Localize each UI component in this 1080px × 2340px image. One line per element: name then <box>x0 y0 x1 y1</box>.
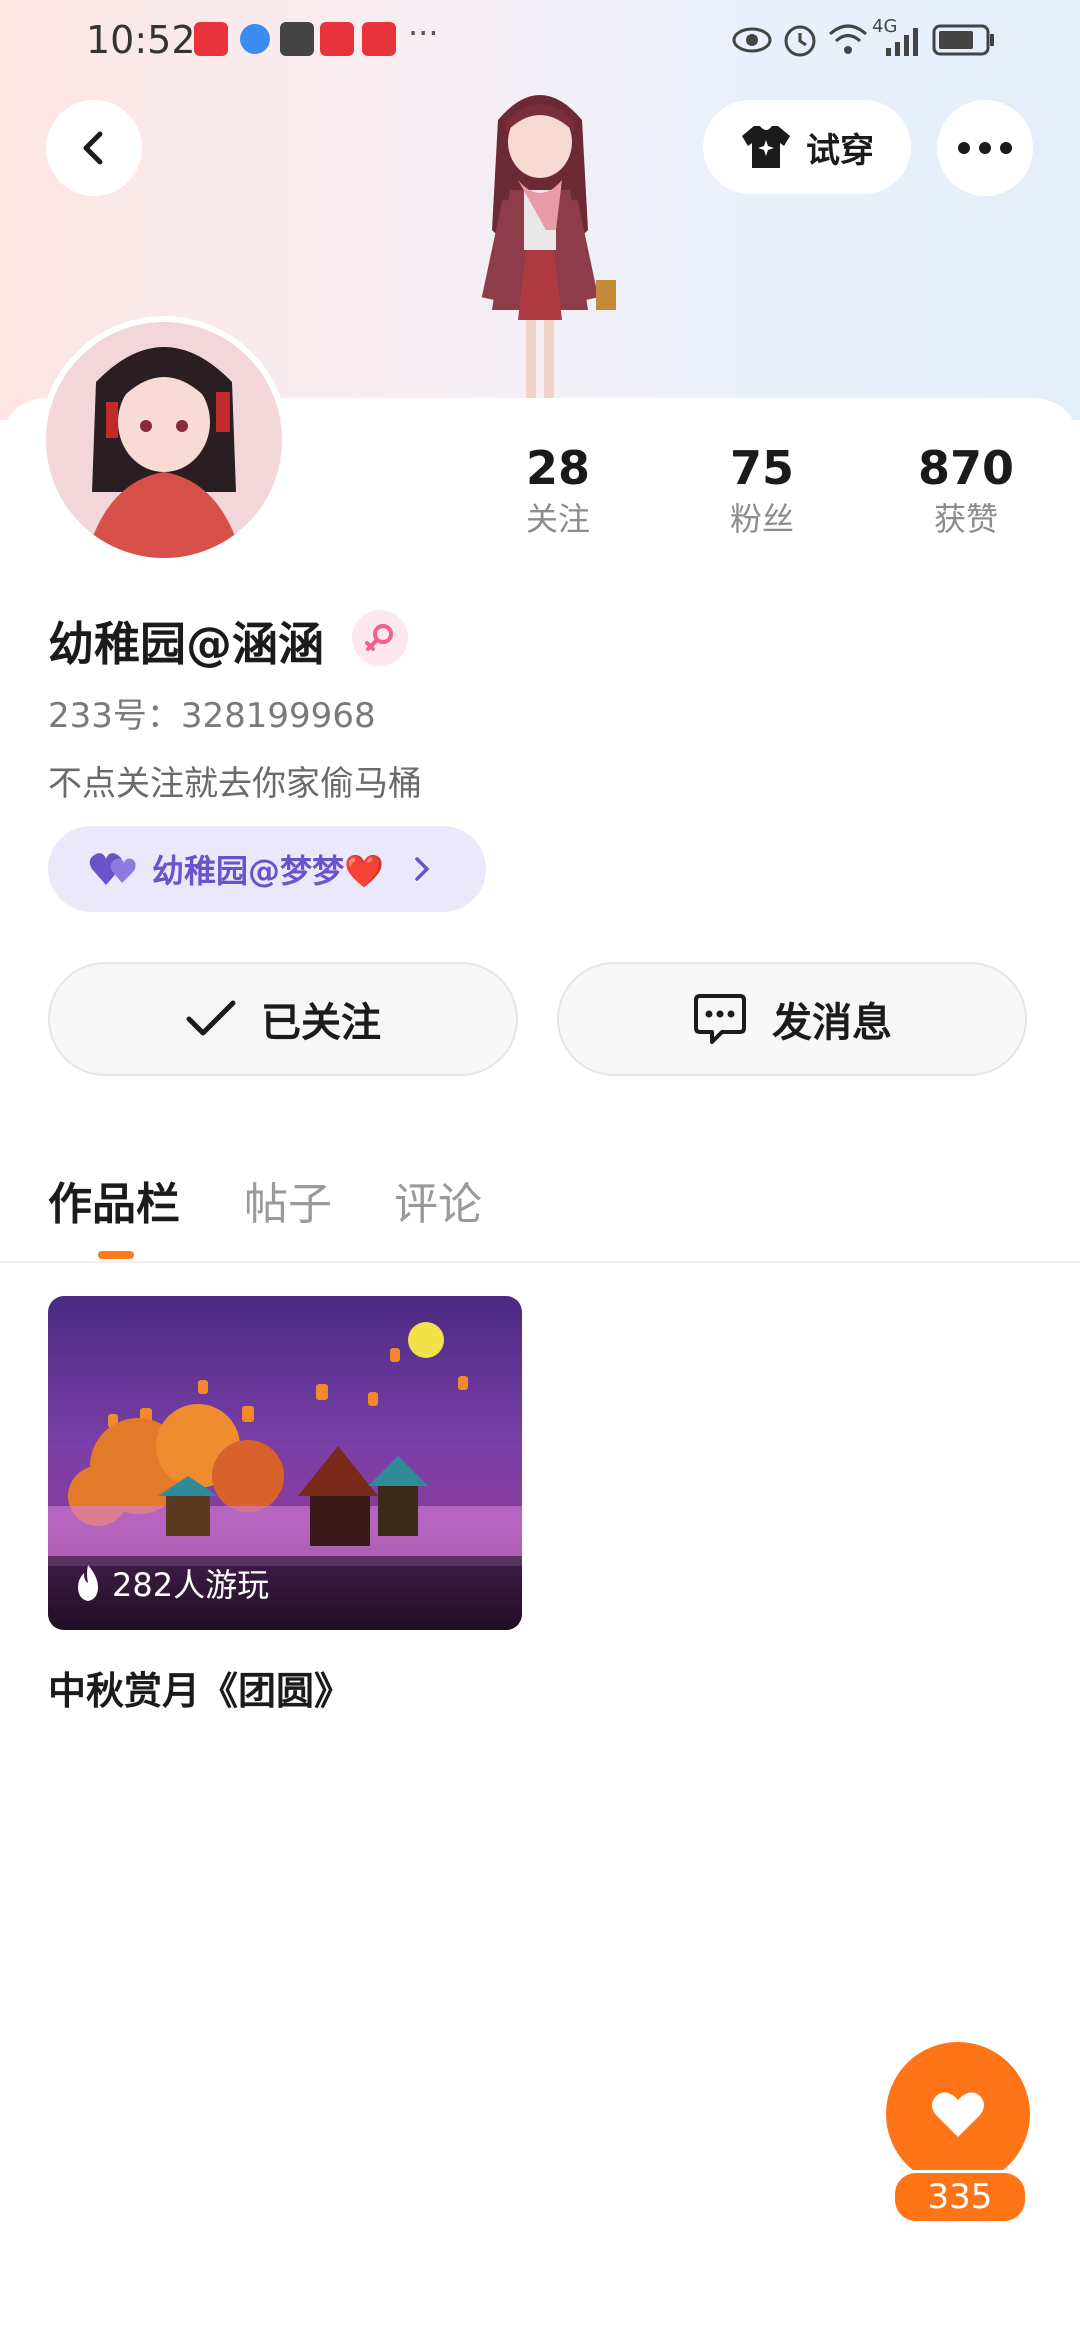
tab-divider <box>0 1261 1080 1263</box>
character-avatar-image <box>481 95 616 400</box>
bio: 不点关注就去你家偷马桶 <box>48 764 422 804</box>
work-card[interactable]: 282人游玩 <box>48 1296 522 1630</box>
stat-value: 75 <box>729 441 794 495</box>
flame-icon <box>78 1565 98 1601</box>
stat-label: 获赞 <box>933 500 998 538</box>
status-bar: 10:52 ··· 4G <box>0 0 1080 80</box>
wifi-icon <box>829 24 867 54</box>
stat-value: 870 <box>917 441 1015 495</box>
alarm-icon <box>784 25 816 57</box>
like-count: 335 <box>892 2170 1028 2224</box>
more-notifications-icon: ··· <box>408 14 439 52</box>
battery-icon <box>932 24 994 56</box>
chevron-left-icon <box>83 131 103 165</box>
shirt-icon <box>742 126 790 168</box>
tab-comments[interactable]: 评论 <box>394 1168 482 1232</box>
stat-likes[interactable]: 870 获赞 <box>886 440 1046 542</box>
avatar-image <box>46 322 282 558</box>
checkmark-icon <box>186 1000 236 1036</box>
stat-following[interactable]: 28 关注 <box>478 440 638 542</box>
play-count-label: 282人游玩 <box>112 1566 270 1604</box>
app-notification-icon-2 <box>362 22 396 56</box>
like-button[interactable] <box>886 2042 1030 2186</box>
more-options-button[interactable] <box>937 100 1033 196</box>
status-time: 10:52 <box>86 18 196 62</box>
couple-name: 幼稚园@梦梦❤️ <box>152 852 384 890</box>
stat-value: 28 <box>525 441 590 495</box>
avatar[interactable] <box>46 322 282 558</box>
username: 幼稚园@涵涵 <box>48 617 324 671</box>
eye-icon <box>732 27 772 53</box>
chevron-right-icon <box>415 857 430 881</box>
send-message-button[interactable]: 发消息 <box>557 962 1027 1076</box>
couple-link-button[interactable]: 幼稚园@梦梦❤️ <box>48 826 486 912</box>
female-gender-icon <box>352 610 408 666</box>
tab-posts[interactable]: 帖子 <box>244 1168 332 1232</box>
signal-icon <box>886 28 918 56</box>
active-tab-indicator <box>98 1251 134 1259</box>
tab-works[interactable]: 作品栏 <box>48 1168 180 1232</box>
followed-button[interactable]: 已关注 <box>48 962 518 1076</box>
followed-label: 已关注 <box>261 1000 381 1046</box>
stat-label: 关注 <box>525 500 590 538</box>
play-count: 282人游玩 <box>72 1560 269 1606</box>
back-button[interactable] <box>46 100 142 196</box>
stat-fans[interactable]: 75 粉丝 <box>682 440 842 542</box>
more-dots-icon <box>958 142 1012 154</box>
try-on-label: 试穿 <box>806 130 874 171</box>
work-title[interactable]: 中秋赏月《团圆》 <box>48 1660 352 1715</box>
send-message-label: 发消息 <box>772 1000 892 1046</box>
try-on-button[interactable]: 试穿 <box>703 100 911 194</box>
app-notification-icon <box>194 22 228 56</box>
stat-label: 粉丝 <box>729 500 794 538</box>
taobao-notification-icon <box>320 22 354 56</box>
couple-heart-icon <box>89 853 136 885</box>
heart-icon <box>932 2092 984 2137</box>
browser-notification-icon <box>240 24 270 54</box>
chat-bubble-icon <box>694 994 746 1044</box>
mail-notification-icon <box>280 22 314 56</box>
user-id: 233号：328199968 <box>48 696 376 736</box>
